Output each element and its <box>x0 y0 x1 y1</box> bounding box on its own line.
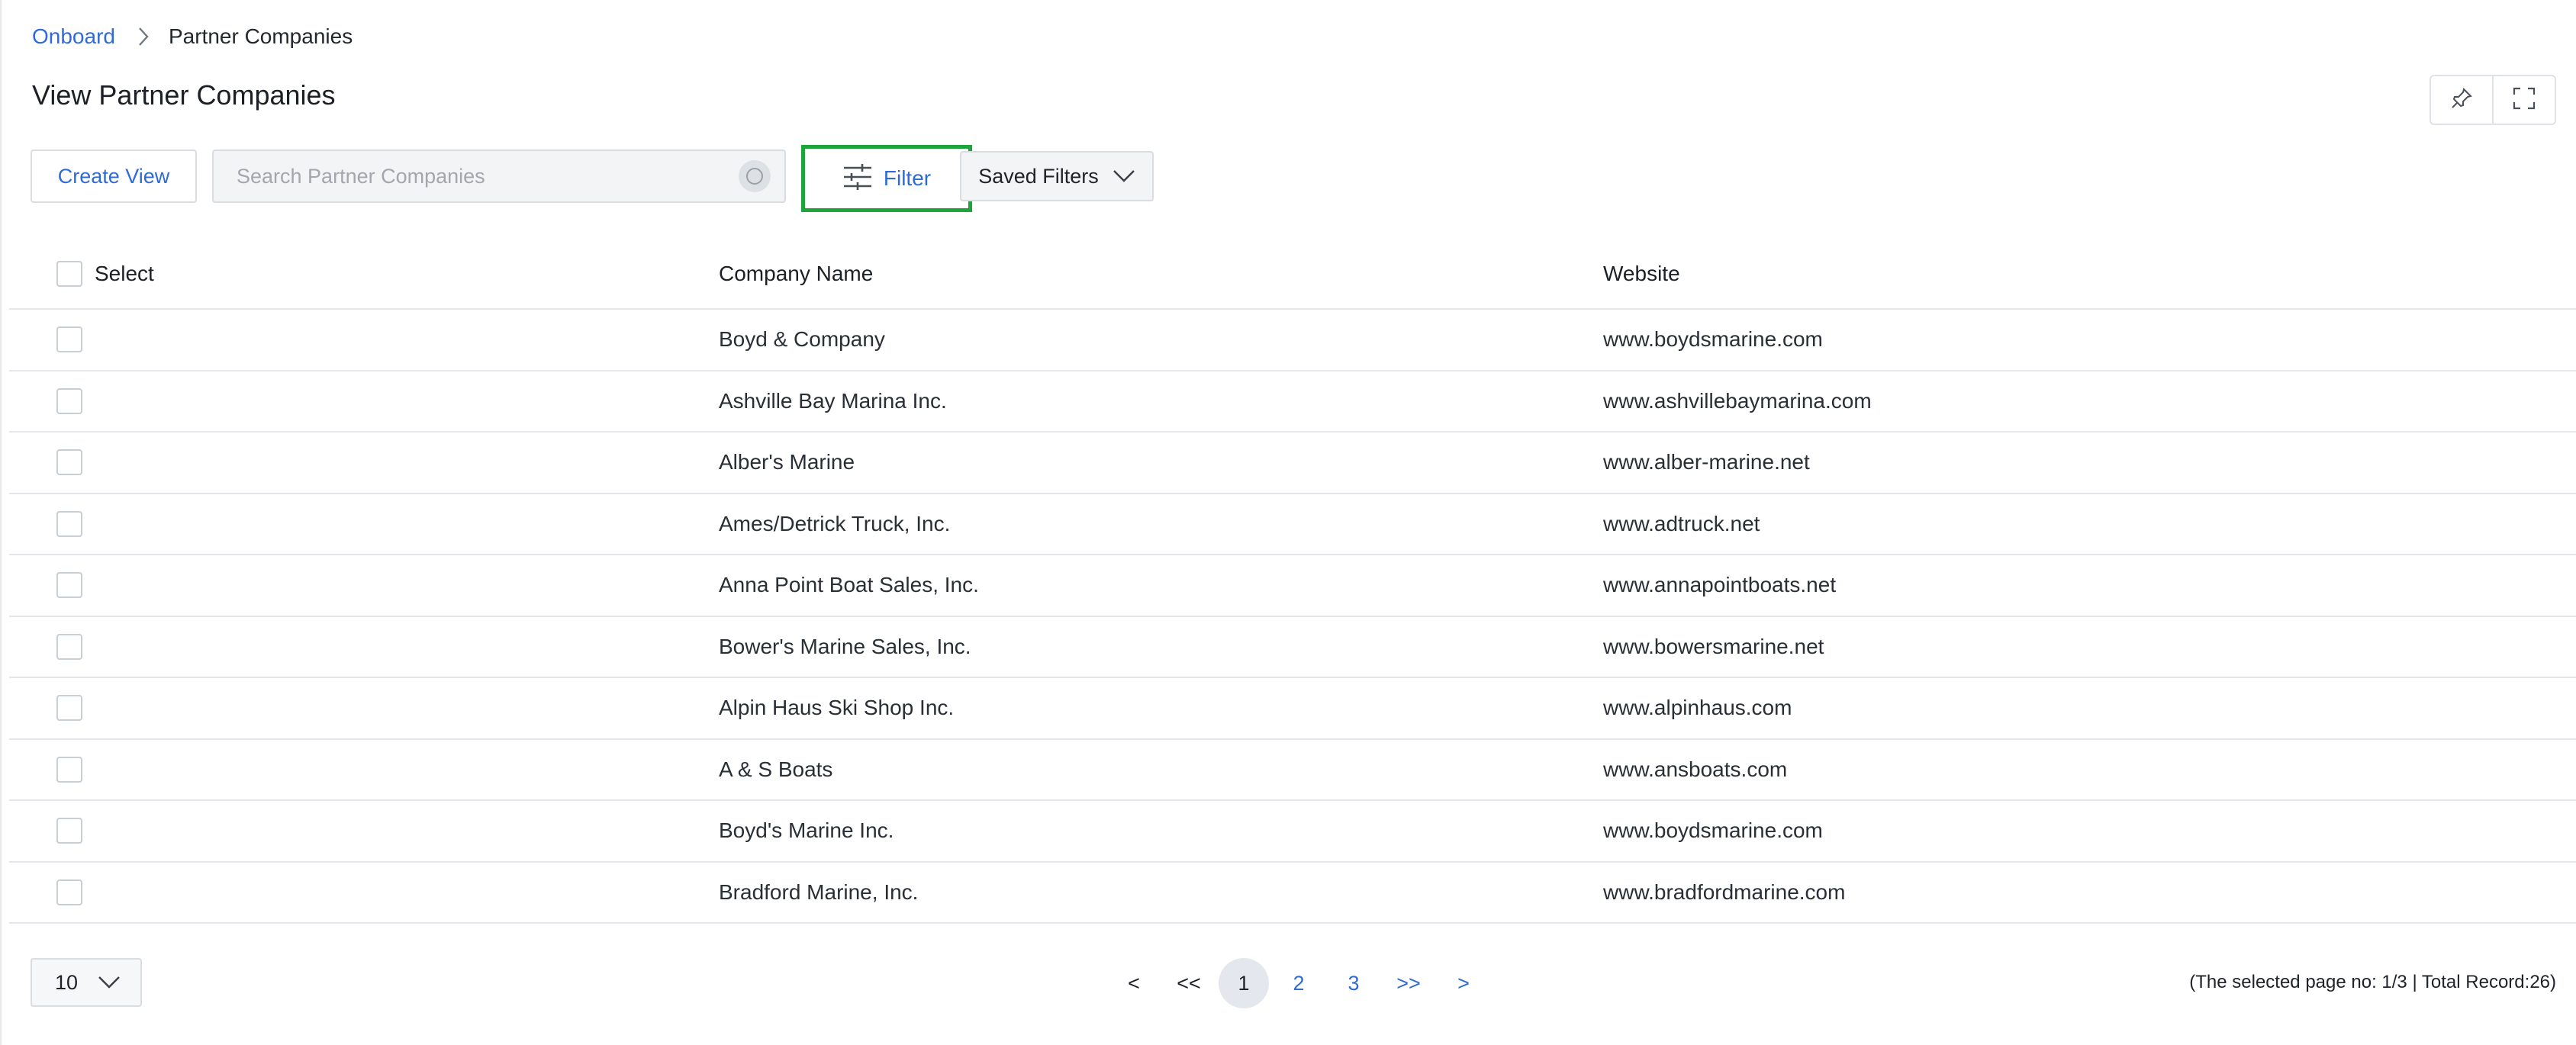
company-name-cell: Anna Point Boat Sales, Inc. <box>719 573 979 597</box>
company-name-cell: Bower's Marine Sales, Inc. <box>719 634 971 658</box>
page-3-button[interactable]: 3 <box>1326 958 1381 1008</box>
breadcrumb-link-onboard[interactable]: Onboard <box>32 24 115 49</box>
select-all-checkbox[interactable] <box>56 261 82 287</box>
page-title: View Partner Companies <box>32 79 336 111</box>
table-footer: 10 < << 1 2 3 >> > (The selected page no… <box>0 958 2576 1008</box>
company-name-cell: Alber's Marine <box>719 450 855 474</box>
sliders-icon <box>842 163 873 195</box>
website-cell: www.adtruck.net <box>1603 511 1760 535</box>
website-cell: www.annapointboats.net <box>1603 573 1837 597</box>
table-row[interactable]: Ames/Detrick Truck, Inc. www.adtruck.net <box>9 494 2576 555</box>
page-size-value: 10 <box>55 970 79 994</box>
row-checkbox[interactable] <box>56 818 82 844</box>
record-info: (The selected page no: 1/3 | Total Recor… <box>2189 972 2556 992</box>
search-icon[interactable] <box>739 160 771 192</box>
page-1-button[interactable]: 1 <box>1219 958 1269 1008</box>
first-page-button[interactable]: << <box>1161 958 1216 1008</box>
pin-button[interactable] <box>2431 76 2492 124</box>
create-view-button[interactable]: Create View <box>31 150 197 203</box>
row-checkbox[interactable] <box>56 510 82 537</box>
page-2-button[interactable]: 2 <box>1271 958 1326 1008</box>
company-name-cell: Boyd & Company <box>719 327 885 352</box>
chevron-down-icon <box>98 976 121 989</box>
header-website: Website <box>1603 262 1680 285</box>
filter-label: Filter <box>883 166 932 190</box>
table-row[interactable]: Bower's Marine Sales, Inc. www.bowersmar… <box>9 617 2576 678</box>
company-name-cell: A & S Boats <box>719 757 833 781</box>
toolbar: Create View Filter Saved Filters <box>31 145 1175 214</box>
website-cell: www.boydsmarine.com <box>1603 818 1823 843</box>
filter-button[interactable]: Filter <box>801 145 972 212</box>
table-row[interactable]: Bradford Marine, Inc. www.bradfordmarine… <box>9 863 2576 924</box>
table-header: Select Company Name Website <box>9 240 2576 310</box>
previous-page-button[interactable]: < <box>1106 958 1161 1008</box>
row-checkbox[interactable] <box>56 756 82 783</box>
website-cell: www.bradfordmarine.com <box>1603 879 1846 904</box>
table-row[interactable]: Anna Point Boat Sales, Inc. www.annapoin… <box>9 555 2576 617</box>
website-cell: www.alpinhaus.com <box>1603 696 1792 720</box>
last-page-button[interactable]: >> <box>1381 958 1436 1008</box>
saved-filters-dropdown[interactable]: Saved Filters <box>960 151 1154 201</box>
header-company-name: Company Name <box>719 262 874 285</box>
table-row[interactable]: A & S Boats www.ansboats.com <box>9 740 2576 801</box>
website-cell: www.ansboats.com <box>1603 757 1788 781</box>
row-checkbox[interactable] <box>56 695 82 722</box>
table-row[interactable]: Ashville Bay Marina Inc. www.ashvillebay… <box>9 371 2576 432</box>
breadcrumb: Onboard Partner Companies <box>32 23 353 50</box>
company-name-cell: Bradford Marine, Inc. <box>719 879 919 904</box>
pin-icon <box>2449 86 2474 114</box>
row-checkbox[interactable] <box>56 879 82 905</box>
table-row[interactable]: Boyd's Marine Inc. www.boydsmarine.com <box>9 801 2576 863</box>
website-cell: www.alber-marine.net <box>1603 450 1810 474</box>
search-input[interactable] <box>214 151 739 201</box>
company-name-cell: Ashville Bay Marina Inc. <box>719 388 947 413</box>
table-row[interactable]: Boyd & Company www.boydsmarine.com <box>9 310 2576 371</box>
table-row[interactable]: Alpin Haus Ski Shop Inc. www.alpinhaus.c… <box>9 678 2576 740</box>
website-cell: www.ashvillebaymarina.com <box>1603 388 1872 413</box>
company-name-cell: Alpin Haus Ski Shop Inc. <box>719 696 955 720</box>
saved-filters-label: Saved Filters <box>978 164 1099 188</box>
fullscreen-button[interactable] <box>2492 76 2555 124</box>
row-checkbox[interactable] <box>56 387 82 414</box>
row-checkbox[interactable] <box>56 633 82 660</box>
fullscreen-icon <box>2513 87 2536 114</box>
search-box <box>212 150 786 203</box>
window-controls <box>2429 75 2556 125</box>
breadcrumb-current: Partner Companies <box>168 24 353 48</box>
partner-companies-table: Select Company Name Website Boyd & Compa… <box>9 240 2576 924</box>
header-select: Select <box>95 262 154 285</box>
next-page-button[interactable]: > <box>1436 958 1491 1008</box>
table-row[interactable]: Alber's Marine www.alber-marine.net <box>9 432 2576 494</box>
company-name-cell: Boyd's Marine Inc. <box>719 818 894 843</box>
website-cell: www.boydsmarine.com <box>1603 327 1823 352</box>
row-checkbox[interactable] <box>56 572 82 599</box>
company-name-cell: Ames/Detrick Truck, Inc. <box>719 511 951 535</box>
pagination: < << 1 2 3 >> > <box>1106 958 1491 1008</box>
chevron-down-icon <box>1113 169 1135 183</box>
row-checkbox[interactable] <box>56 326 82 353</box>
left-divider <box>0 0 2 1045</box>
website-cell: www.bowersmarine.net <box>1603 634 1824 658</box>
page-size-select[interactable]: 10 <box>31 958 142 1007</box>
chevron-right-icon <box>138 27 149 47</box>
row-checkbox[interactable] <box>56 449 82 476</box>
